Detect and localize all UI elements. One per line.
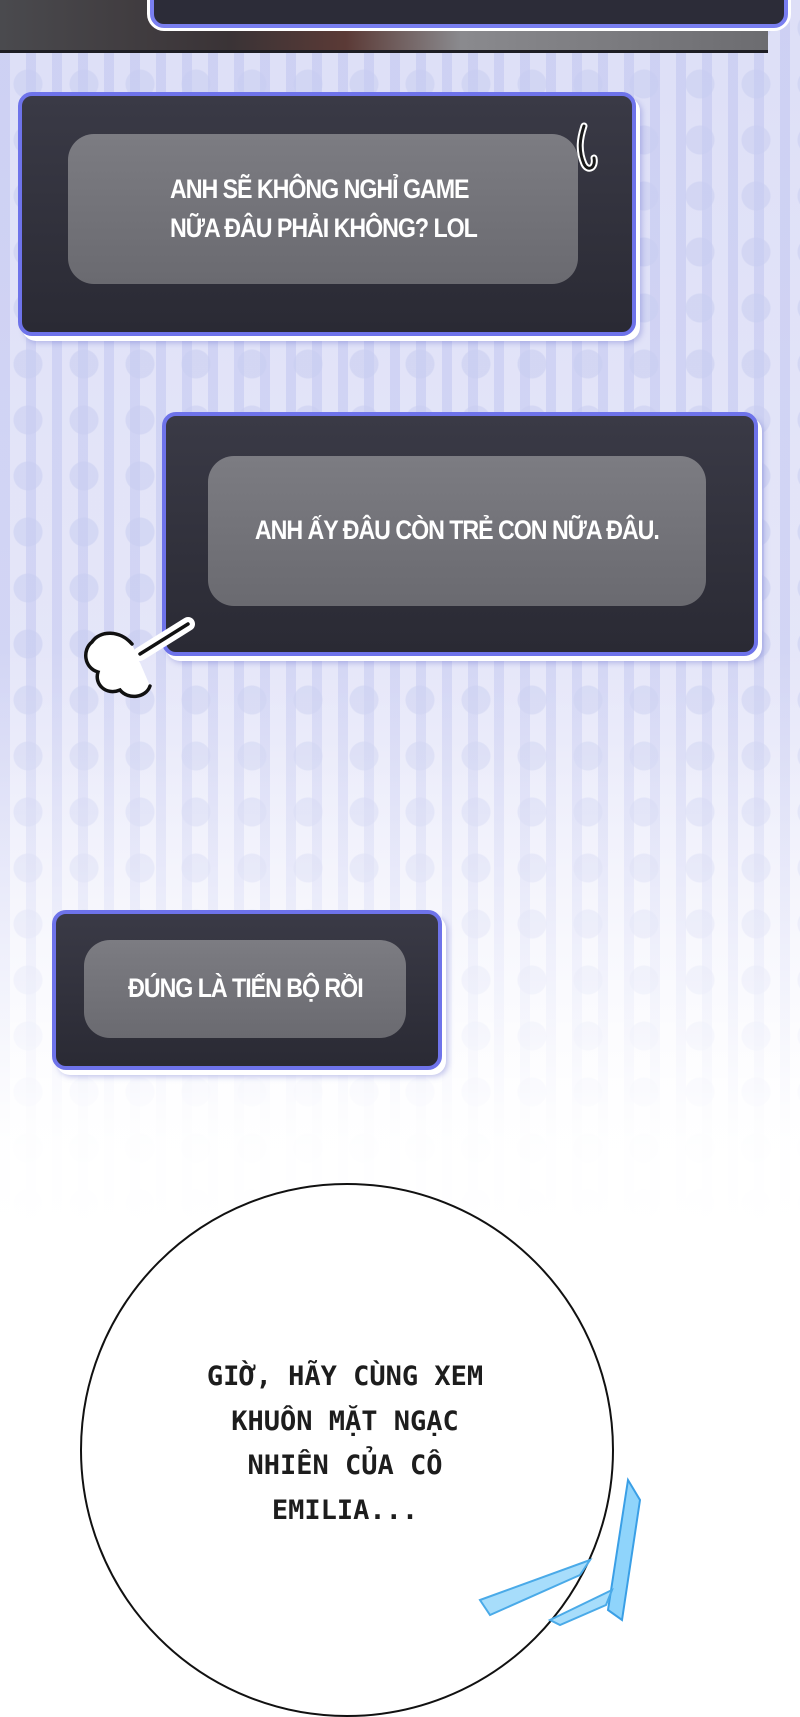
puff-cloud-icon	[84, 617, 195, 699]
speed-streak-icon	[478, 1477, 642, 1627]
chat-message-1: ANH SẼ KHÔNG NGHỈ GAME NỮA ĐÂU PHẢI KHÔN…	[169, 173, 478, 243]
chat-bubble-3: ĐÚNG LÀ TIẾN BỘ RỒI	[84, 940, 406, 1038]
chat-bubble-1: ANH SẼ KHÔNG NGHỈ GAME NỮA ĐÂU PHẢI KHÔN…	[68, 134, 578, 284]
chat-bubble-2: ANH ẤY ĐÂU CÒN TRẺ CON NỮA ĐÂU.	[208, 456, 706, 606]
chat-window-1: ANH SẼ KHÔNG NGHỈ GAME NỮA ĐÂU PHẢI KHÔN…	[18, 92, 636, 336]
sparkle-mark	[576, 122, 598, 172]
chat-window-3: ĐÚNG LÀ TIẾN BỘ RỒI	[52, 910, 442, 1070]
chat-message-3: ĐÚNG LÀ TIẾN BỘ RỒI	[127, 973, 364, 1004]
chat-window-2: ANH ẤY ĐÂU CÒN TRẺ CON NỮA ĐÂU.	[162, 412, 758, 656]
chat-message-2: ANH ẤY ĐÂU CÒN TRẺ CON NỮA ĐÂU.	[255, 515, 660, 546]
previous-chat-window	[150, 0, 788, 28]
